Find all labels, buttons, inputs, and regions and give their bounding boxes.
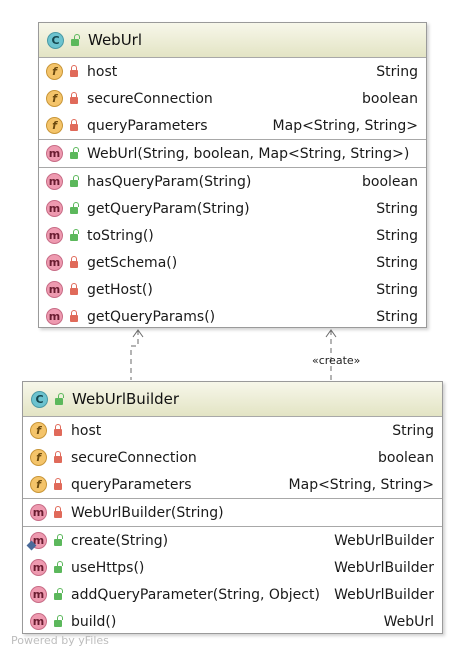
method-name: create(String) (71, 532, 169, 549)
public-visibility-icon (54, 615, 63, 627)
constructor-row[interactable]: m WebUrlBuilder(String) (23, 499, 442, 526)
method-row[interactable]: m build() WebUrl (23, 608, 442, 635)
method-name: build() (71, 613, 117, 630)
field-icon: f (30, 476, 47, 493)
method-return-type: WebUrl (383, 613, 434, 630)
method-icon: m (30, 613, 47, 630)
method-return-type: WebUrlBuilder (334, 559, 434, 576)
public-visibility-icon (54, 588, 63, 600)
field-row[interactable]: f queryParameters Map<String, String> (23, 471, 442, 498)
public-visibility-icon (55, 392, 64, 405)
field-type: String (392, 422, 434, 439)
powered-by-footer: Powered by yFiles (11, 634, 109, 647)
private-visibility-icon (54, 424, 62, 436)
public-visibility-icon (54, 534, 63, 546)
field-icon: f (30, 422, 47, 439)
method-icon: m (30, 504, 47, 521)
private-visibility-icon (54, 506, 62, 518)
private-visibility-icon (54, 478, 62, 490)
field-row[interactable]: f secureConnection boolean (23, 444, 442, 471)
dependency-connector (130, 330, 332, 380)
method-return-type: WebUrlBuilder (334, 532, 434, 549)
methods-section: m create(String) WebUrlBuilder m useHttp… (23, 527, 442, 635)
private-visibility-icon (54, 451, 62, 463)
method-row[interactable]: m create(String) WebUrlBuilder (23, 527, 442, 554)
field-type: boolean (378, 449, 434, 466)
field-type: Map<String, String> (288, 476, 434, 493)
method-icon: m (30, 586, 47, 603)
public-visibility-icon (54, 561, 63, 573)
method-icon: m (30, 559, 47, 576)
class-weburlbuilder[interactable]: C WebUrlBuilder f host String f secureCo… (22, 381, 443, 634)
dependency-line-left (130, 330, 139, 380)
field-name: secureConnection (71, 449, 197, 466)
field-name: host (71, 422, 102, 439)
method-row[interactable]: m useHttps() WebUrlBuilder (23, 554, 442, 581)
field-name: queryParameters (71, 476, 192, 493)
class-kind-icon: C (31, 390, 48, 408)
fields-section: f host String f secureConnection boolean… (23, 417, 442, 499)
constructor-name: WebUrlBuilder(String) (71, 504, 224, 521)
method-row[interactable]: m addQueryParameter(String, Object) WebU… (23, 581, 442, 608)
method-return-type: WebUrlBuilder (334, 586, 434, 603)
class-weburlbuilder-header: C WebUrlBuilder (23, 382, 442, 417)
create-relation-label: «create» (312, 354, 361, 367)
method-name: useHttps() (71, 559, 145, 576)
field-row[interactable]: f host String (23, 417, 442, 444)
constructors-section: m WebUrlBuilder(String) (23, 499, 442, 527)
field-icon: f (30, 449, 47, 466)
class-name: WebUrlBuilder (72, 390, 180, 408)
method-name: addQueryParameter(String, Object) (71, 586, 320, 603)
